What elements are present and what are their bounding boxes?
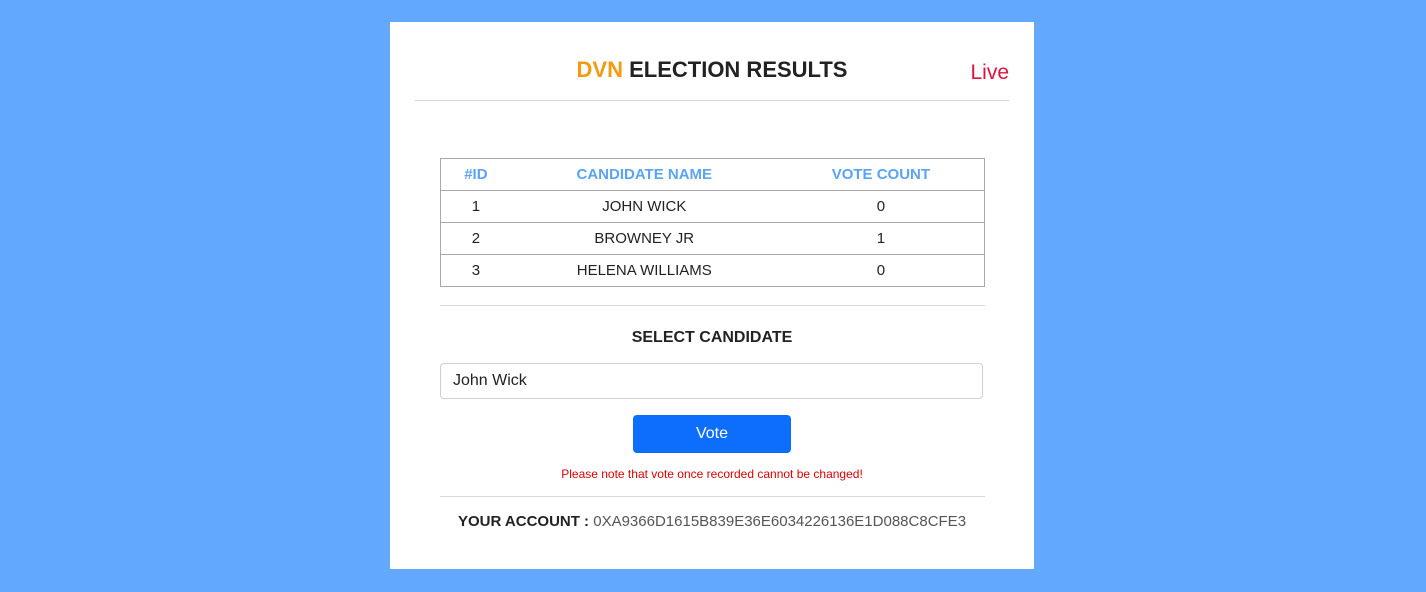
table-row: 2 BROWNEY JR 1 xyxy=(440,222,985,255)
column-header-candidate-name: CANDIDATE NAME xyxy=(510,158,778,191)
page-title-text: ELECTION RESULTS xyxy=(629,57,848,82)
cell-vote-count: 1 xyxy=(777,222,985,255)
column-header-id: #ID xyxy=(440,158,511,191)
candidate-select[interactable]: John Wick xyxy=(440,363,983,399)
election-card: DVN ELECTION RESULTS Live #ID CANDIDATE … xyxy=(390,22,1034,569)
vote-button[interactable]: Vote xyxy=(633,415,791,453)
header-divider xyxy=(415,100,1009,101)
vote-warning-note: Please note that vote once recorded cann… xyxy=(561,467,863,481)
brand-name: DVN xyxy=(576,57,623,82)
cell-id: 2 xyxy=(440,222,511,255)
cell-vote-count: 0 xyxy=(777,190,985,223)
table-divider xyxy=(440,305,985,306)
cell-id: 3 xyxy=(440,254,511,287)
select-candidate-label: SELECT CANDIDATE xyxy=(631,329,793,346)
table-row: 1 JOHN WICK 0 xyxy=(440,190,985,223)
cell-candidate-name: BROWNEY JR xyxy=(510,222,778,255)
cell-vote-count: 0 xyxy=(777,254,985,287)
live-status-badge: Live xyxy=(970,61,1009,84)
cell-candidate-name: HELENA WILLIAMS xyxy=(510,254,778,287)
table-header-row: #ID CANDIDATE NAME VOTE COUNT xyxy=(440,158,985,191)
account-info: YOUR ACCOUNT : 0XA9366D1615B839E36E60342… xyxy=(390,513,1034,530)
results-table: #ID CANDIDATE NAME VOTE COUNT 1 JOHN WIC… xyxy=(440,158,985,287)
cell-candidate-name: JOHN WICK xyxy=(510,190,778,223)
cell-id: 1 xyxy=(440,190,511,223)
account-address: 0XA9366D1615B839E36E6034226136E1D088C8CF… xyxy=(593,513,967,530)
account-label: YOUR ACCOUNT : xyxy=(457,513,590,530)
account-divider xyxy=(440,496,985,497)
page-title: DVN ELECTION RESULTS xyxy=(390,57,1034,83)
column-header-vote-count: VOTE COUNT xyxy=(777,158,985,191)
table-row: 3 HELENA WILLIAMS 0 xyxy=(440,254,985,287)
